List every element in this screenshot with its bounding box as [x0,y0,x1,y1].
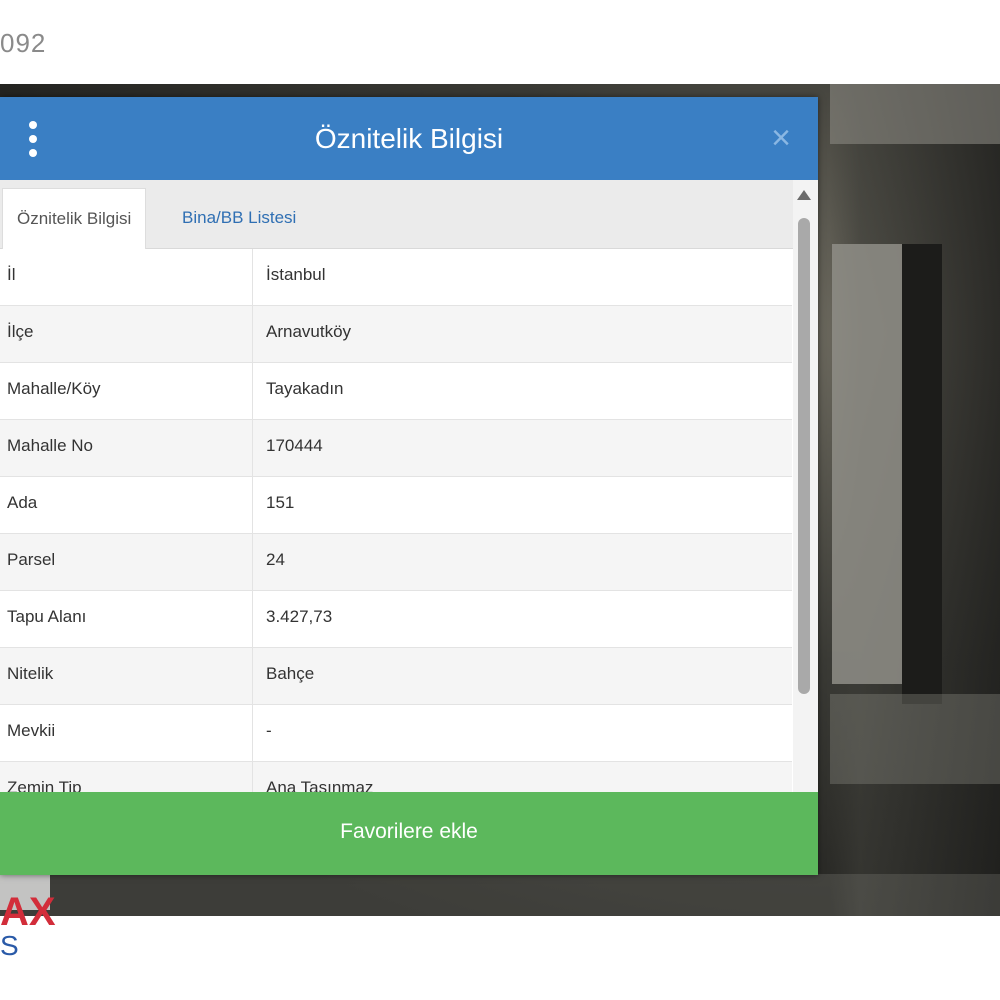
row-label: Parsel [7,550,56,569]
table-row: Mahalle/Köy Tayakadın [0,363,792,420]
table-row: Tapu Alanı 3.427,73 [0,591,792,648]
map-shadow-segment [902,244,942,704]
close-icon[interactable]: × [764,121,798,155]
row-value: 3.427,73 [266,607,333,626]
map-road-segment [832,244,902,684]
row-value: 170444 [266,436,323,455]
row-label: Tapu Alanı [7,607,87,626]
add-to-favorites-button[interactable]: Favorilere ekle [0,792,818,875]
map-terrain-segment [830,694,1000,784]
map-building-segment [830,84,1000,144]
table-row: Mahalle No 170444 [0,420,792,477]
listing-id-label: 092 [0,28,47,58]
row-label: Ada [7,493,38,512]
table-row: İlçe Arnavutköy [0,306,792,363]
page: 092 AX S Öznitelik Bilgisi × Öznitelik B… [0,0,1000,1000]
row-label: İlçe [7,322,34,341]
column-divider [252,420,253,476]
row-value: Tayakadın [266,379,344,398]
attribute-info-dialog: Öznitelik Bilgisi × Öznitelik Bilgisi Bi… [0,97,818,875]
row-value: 24 [266,550,285,569]
row-value: - [266,721,272,740]
tabs-bar: Öznitelik Bilgisi Bina/BB Listesi [0,180,793,249]
column-divider [252,648,253,704]
dialog-header: Öznitelik Bilgisi × [0,97,818,180]
row-label: Mevkii [7,721,56,740]
watermark-logo-subtext: S [0,930,19,961]
scroll-up-arrow-icon[interactable] [797,190,811,200]
table-row: Nitelik Bahçe [0,648,792,705]
column-divider [252,534,253,590]
table-scrollbar[interactable] [793,180,818,874]
table-row: Ada 151 [0,477,792,534]
column-divider [252,591,253,647]
column-divider [252,249,253,305]
column-divider [252,705,253,761]
attribute-table: İl İstanbul İlçe Arnavutköy Mahalle/Köy … [0,249,792,792]
table-row: Parsel 24 [0,534,792,591]
row-label: Mahalle No [7,436,93,455]
row-label: Zemin Tip [7,778,82,792]
row-label: Nitelik [7,664,54,683]
tab-attribute-info[interactable]: Öznitelik Bilgisi [2,188,147,249]
column-divider [252,477,253,533]
table-row: Mevkii - [0,705,792,762]
column-divider [252,762,253,792]
row-label: İl [7,265,16,284]
column-divider [252,306,253,362]
row-value: Bahçe [266,664,315,683]
table-row: Zemin Tip Ana Taşınmaz [0,762,792,792]
row-value: İstanbul [266,265,326,284]
row-value: Ana Taşınmaz [266,778,374,792]
tab-building-list[interactable]: Bina/BB Listesi [168,188,310,248]
dialog-title: Öznitelik Bilgisi [314,123,504,154]
row-value: Arnavutköy [266,322,352,341]
row-value: 151 [266,493,295,512]
column-divider [252,363,253,419]
row-label: Mahalle/Köy [7,379,101,398]
scrollbar-thumb[interactable] [798,218,810,694]
map-street-segment [0,874,1000,916]
table-row: İl İstanbul [0,249,792,306]
watermark-logo-text: AX [0,890,56,934]
